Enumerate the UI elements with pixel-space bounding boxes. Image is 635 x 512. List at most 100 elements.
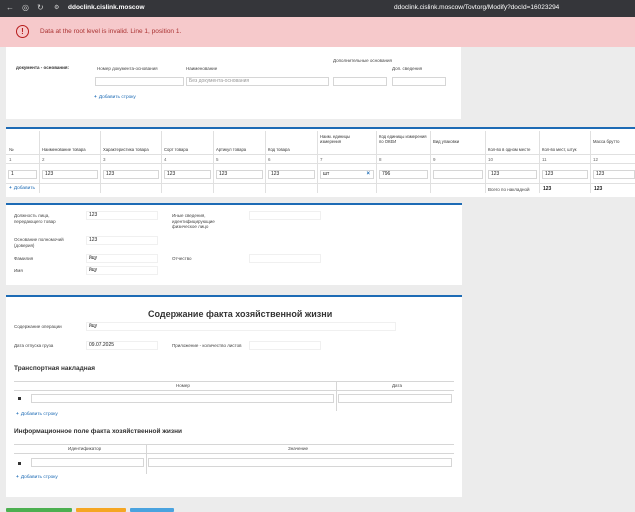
info-value-input[interactable]	[148, 458, 452, 467]
goods-colnum-2: 2	[42, 157, 45, 162]
goods-total-label: Всего по накладной	[488, 187, 530, 192]
basis-section-label: документа - основания:	[16, 65, 70, 70]
goods-colnum-4: 4	[164, 157, 167, 162]
authority-input[interactable]: 123	[86, 236, 158, 245]
goods-header-7: Наим. единицы измерения	[320, 134, 350, 144]
goods-header-4: Сорт товара	[164, 147, 189, 152]
goods-grade-input[interactable]: 123	[164, 170, 211, 179]
transport-add-row-link[interactable]: + Добавить строку	[16, 412, 58, 417]
reload-icon[interactable]: ↻	[37, 3, 44, 13]
transport-number-input[interactable]	[31, 394, 334, 403]
info-title: Информационное поле факта хозяйственной …	[14, 428, 183, 435]
fact-panel: Содержание факта хозяйственной жизни Сод…	[6, 297, 462, 497]
basis-add-row-link[interactable]: + Добавить строку	[94, 95, 136, 100]
info-add-row-link[interactable]: + Добавить строку	[16, 475, 58, 480]
goods-colnum-7: 7	[320, 157, 323, 162]
basis-extra-input[interactable]	[392, 77, 446, 86]
patronymic-label: Отчество	[172, 256, 192, 261]
site-info-icon[interactable]: ⚙	[54, 3, 59, 13]
goods-header-3: Характеристика товара	[103, 147, 149, 152]
goods-mass-input[interactable]: 123	[593, 170, 635, 179]
persons-panel: Должность лица, передающего товар 123 Ин…	[6, 205, 462, 285]
goods-total-places: 123	[543, 186, 552, 192]
goods-colnum-9: 9	[433, 157, 436, 162]
goods-row-number[interactable]: 1	[8, 170, 37, 179]
other-info-input[interactable]	[249, 211, 321, 220]
goods-add-link[interactable]: + Добавить	[9, 186, 35, 191]
draft-button[interactable]	[76, 508, 126, 512]
transport-col-date: Дата	[392, 383, 402, 388]
goods-per-place-input[interactable]: 123	[488, 170, 537, 179]
goods-okei-input[interactable]: 796	[379, 170, 428, 179]
position-label: Должность лица, передающего товар	[14, 213, 56, 224]
ship-date-label: Дата отпуска груза	[14, 343, 54, 348]
info-row-marker	[18, 462, 21, 465]
fact-title: Содержание факта хозяйственной жизни	[148, 309, 333, 319]
goods-colnum-10: 10	[488, 157, 494, 162]
transport-date-input[interactable]	[338, 394, 452, 403]
info-col-value: Значение	[288, 446, 308, 451]
goods-characteristic-input[interactable]: 123	[103, 170, 159, 179]
goods-unit-value: шт	[323, 171, 330, 177]
position-input[interactable]: 123	[86, 211, 158, 220]
address-host[interactable]: ddoclink.cislink.moscow	[68, 4, 145, 11]
goods-colnum-6: 6	[268, 157, 271, 162]
goods-colnum-1: 1	[9, 157, 12, 162]
goods-code-input[interactable]: 123	[268, 170, 315, 179]
goods-table: № Наименование товара Характеристика тов…	[6, 129, 635, 197]
preview-button[interactable]	[130, 508, 174, 512]
appendix-input[interactable]	[249, 341, 321, 350]
name-input[interactable]: йцу	[86, 266, 158, 275]
goods-header-9: Вид упаковки	[433, 139, 460, 144]
error-message: Data at the root level is invalid. Line …	[40, 28, 182, 35]
goods-colnum-3: 3	[103, 157, 106, 162]
clear-icon[interactable]: ×	[366, 171, 370, 178]
error-icon: !	[16, 25, 29, 38]
info-id-input[interactable]	[31, 458, 144, 467]
error-banner: ! Data at the root level is invalid. Lin…	[0, 17, 635, 47]
forward-icon[interactable]: ◎	[22, 3, 29, 13]
basis-additional-input[interactable]	[333, 77, 387, 86]
authority-label: Основание полномочий (доверия)	[14, 237, 64, 248]
goods-places-input[interactable]: 123	[542, 170, 588, 179]
goods-header-6: Код товара	[268, 147, 290, 152]
operation-input[interactable]: йцу	[86, 322, 396, 331]
basis-col-extra: Доп. сведения	[392, 66, 423, 71]
basis-number-input[interactable]	[95, 77, 184, 86]
basis-col-name: Наименование	[186, 66, 218, 71]
address-url[interactable]: ddoclink.cislink.moscow/Tovtorg/Modify?d…	[394, 4, 559, 11]
goods-header-8: Код единицы измерения по ОКЕИ	[379, 134, 427, 144]
transport-col-number: Номер	[176, 383, 190, 388]
appendix-label: Приложение - количество листов	[172, 343, 242, 348]
goods-colnum-12: 12	[593, 157, 599, 162]
goods-colnum-8: 8	[379, 157, 382, 162]
goods-header-5: Артикул товара	[216, 147, 247, 152]
transport-row-marker	[18, 397, 21, 400]
surname-input[interactable]: йцу	[86, 254, 158, 263]
back-icon[interactable]: ←	[6, 3, 14, 13]
operation-label: Содержание операции	[14, 324, 62, 329]
basis-col-additional: Дополнительные основания	[333, 58, 392, 63]
goods-header-1: №	[9, 147, 14, 152]
ship-date-input[interactable]: 09.07.2025	[86, 341, 158, 350]
surname-label: Фамилия	[14, 256, 34, 261]
transport-title: Транспортная накладная	[14, 365, 96, 372]
browser-toolbar: ← ◎ ↻ ⚙ ddoclink.cislink.moscow ddoclink…	[0, 0, 635, 17]
goods-colnum-5: 5	[216, 157, 219, 162]
other-info-label: Иные сведения, идентифицирующие физическ…	[172, 213, 215, 229]
basis-col-number: Номер документа-основания	[97, 66, 158, 71]
goods-colnum-11: 11	[542, 157, 547, 162]
goods-package-input[interactable]	[433, 170, 483, 179]
goods-header-10: Кол-во в одном месте	[488, 147, 531, 152]
goods-article-input[interactable]: 123	[216, 170, 263, 179]
patronymic-input[interactable]	[249, 254, 321, 263]
save-button[interactable]	[6, 508, 72, 512]
goods-header-12: Масса брутто	[593, 139, 620, 144]
goods-name-input[interactable]: 123	[42, 170, 98, 179]
basis-panel: документа - основания: Номер документа-о…	[6, 47, 461, 119]
info-col-id: Идентификатор	[68, 446, 102, 451]
basis-name-input[interactable]: Без документа-основания	[186, 77, 329, 86]
goods-total-mass: 123	[594, 186, 603, 192]
name-label: Имя	[14, 268, 23, 273]
goods-unit-select[interactable]: шт ×	[320, 170, 374, 179]
